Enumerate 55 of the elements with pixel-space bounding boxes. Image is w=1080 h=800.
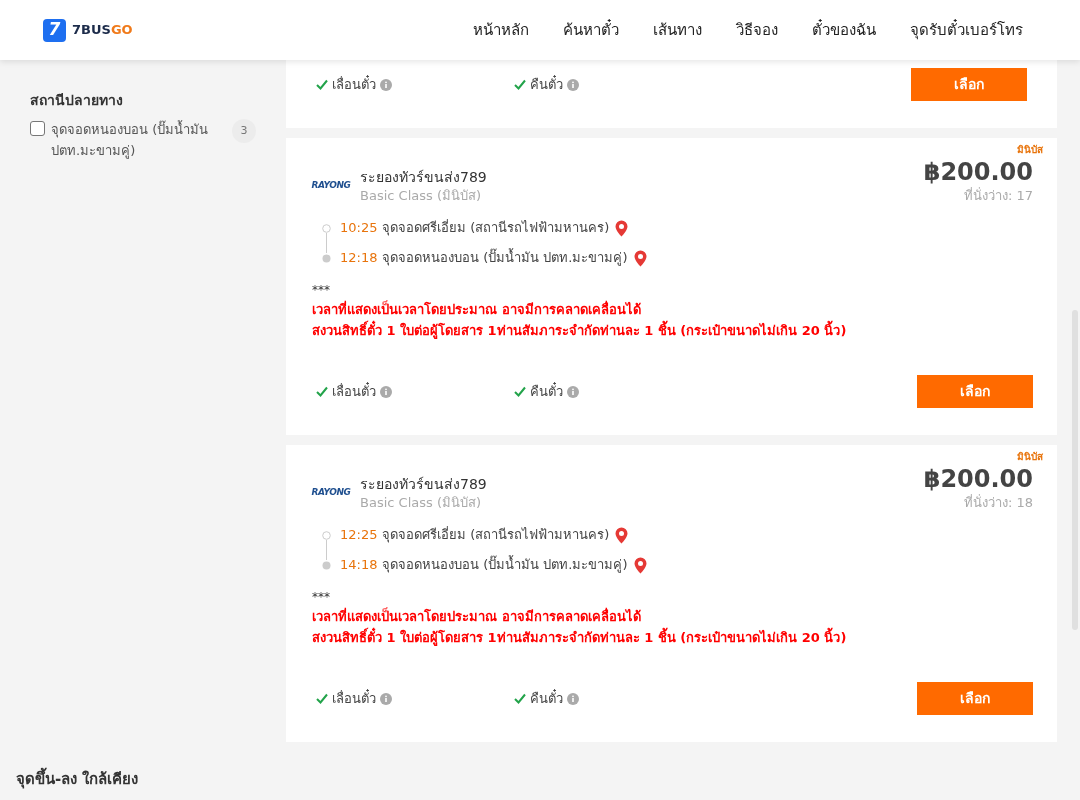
filter-option-label[interactable]: จุดจอดหนองบอน (ปั๊มน้ำมัน ปตท.มะขามคู่): [51, 119, 216, 161]
logo-wordmark[interactable]: 7BUSGO: [72, 20, 133, 40]
nav-link[interactable]: ค้นหาตั๋ว: [563, 18, 619, 42]
filter-checkbox[interactable]: [30, 121, 45, 136]
nav-link[interactable]: หน้าหลัก: [473, 18, 529, 42]
operator-name: ระยองทัวร์ขนส่ง789: [360, 168, 487, 187]
stop-name: จุดจอดหนองบอน (ปั๊มน้ำมัน ปตท.มะขามคู่): [382, 248, 628, 268]
seats-available: ที่นั่งว่าง: 18: [963, 494, 1033, 512]
price: ฿200.00: [923, 157, 1033, 187]
stop-time: 10:25: [340, 219, 379, 238]
nav-link[interactable]: เส้นทาง: [653, 18, 702, 42]
nav-link[interactable]: วิธีจอง: [736, 18, 778, 42]
info-icon: [380, 385, 392, 398]
feature-label: คืนตั๋ว: [530, 381, 563, 401]
feature-label: เลื่อนตั๋ว: [332, 688, 376, 708]
logo-mark[interactable]: 7: [43, 18, 66, 42]
bus-class: Basic Class (มินิบัส): [360, 494, 483, 512]
note-marker: ***: [312, 589, 331, 606]
section-heading: จุดขึ้น-ลง ใกล้เคียง: [0, 742, 1080, 791]
stop-time: 12:25: [340, 526, 379, 545]
filter-count: 3: [232, 119, 256, 143]
vehicle-type-label: มินิบัส: [1017, 450, 1043, 464]
nav-link[interactable]: ตั๋วของฉัน: [812, 18, 876, 42]
vehicle-type-label: มินิบัส: [1017, 143, 1043, 157]
seats-available: ที่นั่งว่าง: 17: [963, 187, 1033, 205]
feature-label: เลื่อนตั๋ว: [332, 381, 376, 401]
info-icon: [380, 78, 392, 91]
notice-text: เวลาที่แสดงเป็นเวลาโดยประมาณ อาจมีการคลาดเคลื่อนได้: [312, 606, 642, 626]
note-marker: ***: [312, 282, 331, 299]
feature-label: เลื่อนตั๋ว: [332, 74, 376, 94]
stop-time: 14:18: [340, 556, 379, 575]
info-icon: [567, 385, 579, 398]
nav-link[interactable]: จุดรับตั๋วเบอร์โทร: [910, 18, 1023, 42]
feature-label: คืนตั๋ว: [530, 688, 563, 708]
destination-dot-icon: [321, 560, 331, 570]
operator-name: ระยองทัวร์ขนส่ง789: [360, 475, 487, 494]
price: ฿200.00: [923, 464, 1033, 494]
info-icon: [567, 78, 579, 91]
stop-name: จุดจอดศรีเอี่ยม (สถานีรถไฟฟ้ามหานคร): [382, 218, 610, 238]
stop-name: จุดจอดศรีเอี่ยม (สถานีรถไฟฟ้ามหานคร): [382, 525, 610, 545]
notice-text: เวลาที่แสดงเป็นเวลาโดยประมาณ อาจมีการคลาดเคลื่อนได้: [312, 299, 642, 319]
notice-text: สงวนสิทธิ์ตั๋ว 1 ใบต่อผู้โดยสาร 1ท่านสัมภาระจำกัดท่านละ 1 ชิ้น (กระเป๋าขนาดไม่เกิน 20 นิ้ว): [312, 627, 1033, 648]
stop-name: จุดจอดหนองบอน (ปั๊มน้ำมัน ปตท.มะขามคู่): [382, 555, 628, 575]
filter-heading: สถานีปลายทาง: [30, 91, 124, 110]
map-pin-icon[interactable]: [633, 556, 647, 574]
map-pin-icon[interactable]: [615, 219, 629, 237]
bus-class: Basic Class (มินิบัส): [360, 187, 483, 205]
notice-text: สงวนสิทธิ์ตั๋ว 1 ใบต่อผู้โดยสาร 1ท่านสัมภาระจำกัดท่านละ 1 ชิ้น (กระเป๋าขนาดไม่เกิน 20 นิ้ว): [312, 320, 1033, 341]
destination-dot-icon: [321, 253, 331, 263]
map-pin-icon[interactable]: [615, 526, 629, 544]
feature-label: คืนตั๋ว: [530, 74, 563, 94]
info-icon: [567, 692, 579, 705]
info-icon: [380, 692, 392, 705]
map-pin-icon[interactable]: [633, 249, 647, 267]
stop-time: 12:18: [340, 249, 379, 268]
